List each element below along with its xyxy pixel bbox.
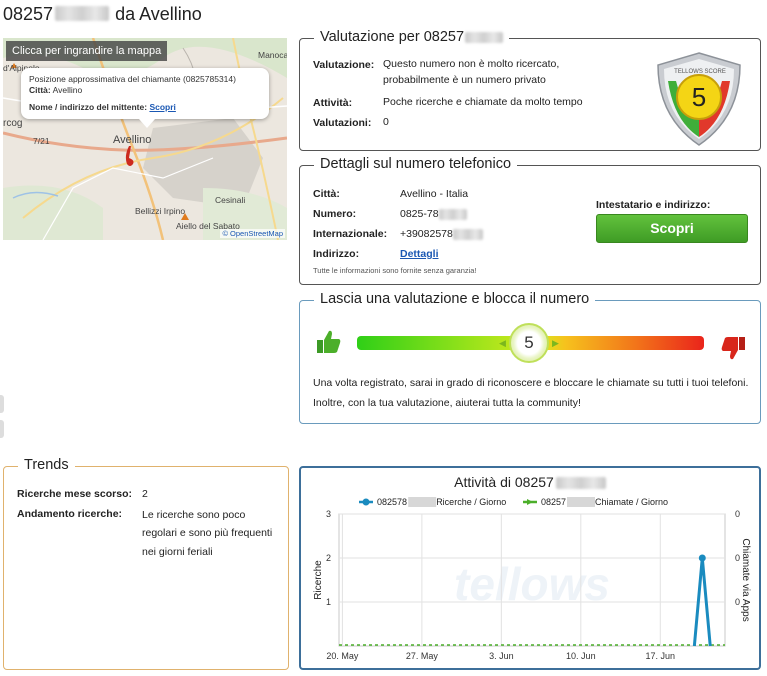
chart-ytick-right: 0 <box>735 553 740 563</box>
redacted-digits <box>452 228 483 240</box>
andamento-value: Le ricerche sono poco regolari e sono pi… <box>142 509 273 558</box>
map-enlarge-button[interactable]: Clicca per ingrandire la mappa <box>6 41 168 61</box>
chart-xtick: 20. May <box>326 651 359 661</box>
internazionale-value: +39082578 <box>400 228 483 240</box>
chart-legend-name: Chiamate / Giorno <box>595 497 668 507</box>
chart-point <box>698 554 706 562</box>
chart-ytick-left: 3 <box>326 509 331 519</box>
numero-label: Numero: <box>313 208 357 220</box>
vote-legend: Lascia una valutazione e blocca il numer… <box>314 291 596 307</box>
popup-scopri-link[interactable]: Scopri <box>149 102 175 112</box>
page-title: 08257 da Avellino <box>3 4 202 25</box>
citta-label: Città: <box>313 188 340 200</box>
chart-ytick-right: 0 <box>735 597 740 607</box>
popup-name: Nome / indirizzo del mittente: Scopri <box>29 102 176 113</box>
indirizzo-dettagli-link[interactable]: Dettagli <box>400 248 439 260</box>
chart-ylabel-left: Ricerche <box>313 560 324 600</box>
map-label-bellizzi: Bellizzi Irpino <box>135 206 186 216</box>
details-legend: Dettagli sul numero telefonico <box>314 156 518 172</box>
map-popup: Posizione approssimativa del chiamante (… <box>21 68 269 128</box>
map-attribution[interactable]: © OpenStreetMap <box>220 229 285 238</box>
thumbs-down-icon[interactable] <box>720 335 746 361</box>
details-panel: Dettagli sul numero telefonico Città: Av… <box>299 156 761 285</box>
rating-slider-knob[interactable]: 5 <box>509 323 549 363</box>
disclaimer: Tutte le informazioni sono fornite senza… <box>313 266 477 275</box>
valutazione-label: Valutazione: <box>313 59 375 71</box>
chart-ytick-left: 1 <box>326 597 331 607</box>
chart-ytick-left: 2 <box>326 553 331 563</box>
rating-panel: Valutazione per 08257 Valutazione: Quest… <box>299 29 761 151</box>
chart-ytick-right: 0 <box>735 509 740 519</box>
location-map[interactable]: Clicca per ingrandire la mappa Manoca d'… <box>3 38 287 240</box>
activity-chart: tellows32100020. May 27. May 3. Jun 10. Jun… <box>313 497 751 661</box>
internazionale-label: Internazionale: <box>313 228 388 240</box>
chart-legend-redacted <box>567 497 595 507</box>
badge-text: TELLOWS SCORE <box>674 69 726 75</box>
attivita-value: Poche ricerche e chiamate da molto tempo <box>383 96 583 108</box>
chart-xtick: 17. Jun <box>646 651 676 661</box>
chart-ylabel-right: Chiamate via Apps <box>740 538 751 621</box>
side-tab[interactable] <box>0 420 4 438</box>
redacted-digits <box>438 208 467 220</box>
map-label-rcog: rcog <box>3 118 23 129</box>
owner-label: Intestatario e indirizzo: <box>596 199 711 211</box>
map-label-721: 7/21 <box>33 136 50 146</box>
title-number: 08257 <box>3 4 54 24</box>
badge-score: 5 <box>692 82 706 112</box>
ricerche-label: Ricerche mese scorso: <box>17 488 132 500</box>
valutazioni-value: 0 <box>383 116 389 128</box>
chart-xtick: 10. Jun <box>566 651 596 661</box>
chart-legend-marker <box>527 499 533 505</box>
vote-description: Una volta registrato, sarai in grado di … <box>313 377 749 409</box>
activity-chart-panel: Attività di 08257 tellows 3 2 1 0 0 0 20. May 27… <box>299 466 761 670</box>
slider-left-arrow-icon: ◀ <box>499 338 506 348</box>
chart-xtick: 3. Jun <box>489 651 514 661</box>
chart-xtick: 27. May <box>406 651 439 661</box>
attivita-label: Attività: <box>313 97 353 109</box>
owner-scopri-button[interactable]: Scopri <box>596 214 748 243</box>
indirizzo-label: Indirizzo: <box>313 248 360 260</box>
thumbs-up-icon[interactable] <box>316 329 342 355</box>
valutazioni-label: Valutazioni: <box>313 117 372 129</box>
tellows-score-badge: 5 TELLOWS SCORE <box>657 52 741 146</box>
numero-value: 0825-78 <box>400 208 467 220</box>
chart-legend-prefix: 08257 <box>541 497 566 507</box>
chart-legend-marker <box>362 498 370 506</box>
valutazione-value: Questo numero non è molto ricercato, pro… <box>383 58 560 86</box>
popup-position: Posizione approssimativa del chiamante (… <box>29 74 236 84</box>
citta-value: Avellino - Italia <box>400 188 469 200</box>
map-label-cesinali: Cesinali <box>215 195 246 205</box>
andamento-label: Andamento ricerche: <box>17 508 123 520</box>
redacted-digits <box>55 6 110 22</box>
map-label-avellino: Avellino <box>113 134 152 146</box>
slider-right-arrow-icon: ▶ <box>552 338 559 348</box>
title-suffix: da Avellino <box>115 4 202 24</box>
side-tab[interactable] <box>0 395 4 413</box>
redacted-digits <box>465 31 504 43</box>
ricerche-value: 2 <box>142 488 148 500</box>
trends-legend: Trends <box>18 457 75 473</box>
chart-legend-redacted <box>408 497 437 507</box>
trends-panel: Trends Ricerche mese scorso: 2 Andamento… <box>3 457 289 670</box>
chart-legend-prefix: 082578 <box>377 497 407 507</box>
rating-legend: Valutazione per 08257 <box>314 29 510 45</box>
popup-city: Città: Avellino <box>29 84 83 95</box>
vote-panel: Lascia una valutazione e blocca il numer… <box>299 291 761 424</box>
chart-legend-name: Ricerche / Giorno <box>436 497 506 507</box>
map-label-manoca: Manoca <box>258 50 287 60</box>
